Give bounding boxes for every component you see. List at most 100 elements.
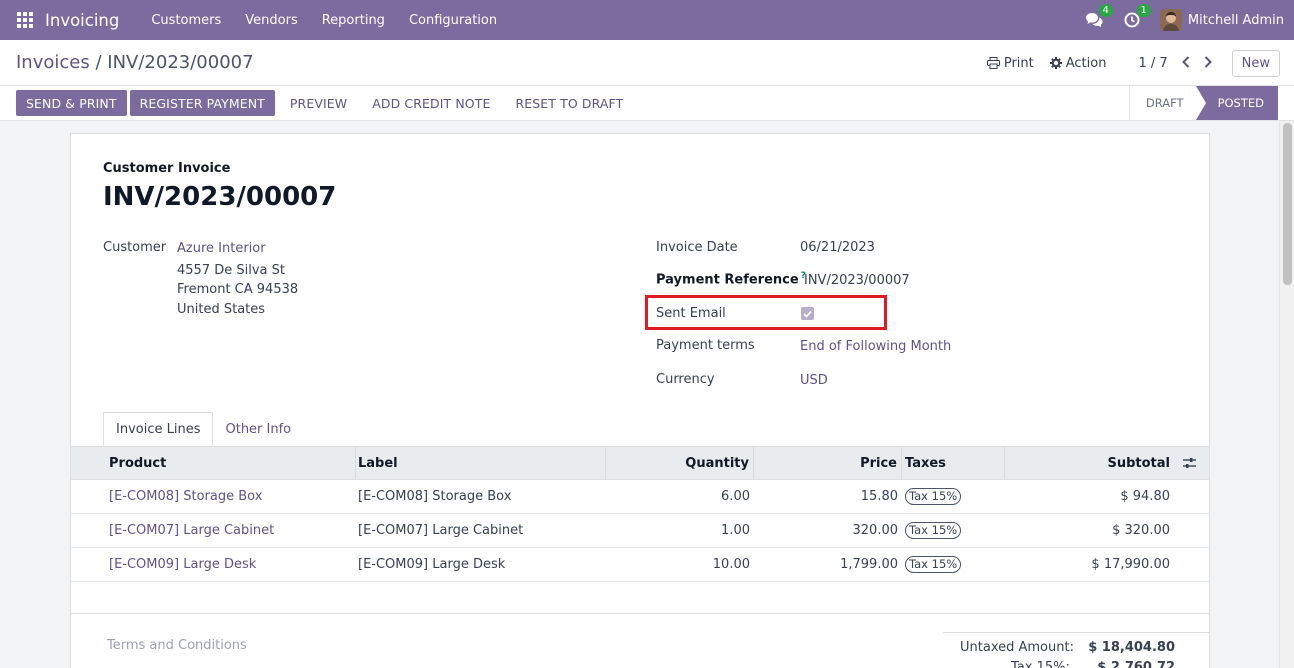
- print-icon: [986, 57, 1000, 69]
- vertical-scrollbar[interactable]: [1279, 121, 1294, 668]
- untaxed-amount-label: Untaxed Amount:: [960, 640, 1074, 655]
- row-price[interactable]: 320.00: [754, 514, 902, 547]
- pager-value[interactable]: 1 / 7: [1138, 56, 1167, 71]
- row-taxes[interactable]: Tax 15%: [902, 480, 1005, 513]
- row-spacer: [1170, 514, 1208, 547]
- breadcrumb-separator: /: [95, 52, 102, 73]
- menu-vendors[interactable]: Vendors: [237, 13, 305, 28]
- row-price[interactable]: 1,799.00: [754, 548, 902, 581]
- breadcrumb-invoices[interactable]: Invoices: [16, 52, 90, 73]
- column-taxes[interactable]: Taxes: [902, 447, 1005, 479]
- user-name[interactable]: Mitchell Admin: [1188, 13, 1284, 28]
- reset-to-draft-button[interactable]: RESET TO DRAFT: [505, 90, 633, 116]
- register-payment-button[interactable]: REGISTER PAYMENT: [129, 90, 275, 116]
- row-quantity[interactable]: 6.00: [606, 480, 754, 513]
- payment-reference-value[interactable]: INV/2023/00007: [804, 273, 910, 288]
- invoice-number-title: INV/2023/00007: [103, 182, 337, 212]
- sent-email-highlight-box: [645, 295, 887, 330]
- stage-posted[interactable]: POSTED: [1195, 86, 1278, 120]
- customer-label: Customer: [103, 240, 167, 255]
- row-subtotal: $ 94.80: [1120, 489, 1170, 504]
- customer-address-line2: Fremont CA 94538: [177, 282, 299, 297]
- payment-terms-label: Payment terms: [656, 338, 755, 353]
- gear-icon: [1049, 57, 1062, 69]
- menu-customers[interactable]: Customers: [143, 13, 229, 28]
- pager-previous-icon[interactable]: [1178, 54, 1194, 72]
- status-bar: SEND & PRINT REGISTER PAYMENT PREVIEW AD…: [0, 86, 1294, 121]
- table-empty-row[interactable]: [71, 582, 1209, 614]
- invoice-date-value[interactable]: 06/21/2023: [800, 240, 875, 255]
- currency-label: Currency: [656, 372, 715, 387]
- row-product[interactable]: [E-COM09] Large Desk: [71, 548, 356, 581]
- send-print-button[interactable]: SEND & PRINT: [16, 90, 127, 116]
- customer-link[interactable]: Azure Interior: [177, 241, 266, 256]
- action-label: Action: [1065, 55, 1107, 71]
- invoice-date-label: Invoice Date: [656, 240, 738, 255]
- messages-icon[interactable]: 4: [1084, 4, 1113, 30]
- column-subtotal[interactable]: Subtotal: [1005, 447, 1170, 479]
- terms-and-conditions-input[interactable]: Terms and Conditions: [107, 638, 247, 653]
- stage-indicator: DRAFT POSTED: [1128, 86, 1278, 120]
- table-row[interactable]: [E-COM07] Large Cabinet [E-COM07] Large …: [71, 514, 1209, 548]
- payment-terms-value[interactable]: End of Following Month: [800, 339, 951, 354]
- untaxed-amount-value: $ 18,404.80: [1088, 640, 1175, 655]
- tax-badge: Tax 15%: [905, 488, 962, 505]
- table-row[interactable]: [E-COM09] Large Desk [E-COM09] Large Des…: [71, 548, 1209, 582]
- row-product[interactable]: [E-COM07] Large Cabinet: [71, 514, 356, 547]
- payment-reference-label-text: Payment Reference: [656, 272, 799, 288]
- row-taxes[interactable]: Tax 15%: [902, 548, 1005, 581]
- table-header: Product Label Quantity Price Taxes Subto…: [71, 446, 1209, 480]
- top-navbar: Invoicing Customers Vendors Reporting Co…: [0, 0, 1294, 40]
- new-button[interactable]: New: [1231, 49, 1280, 77]
- column-quantity[interactable]: Quantity: [606, 447, 754, 479]
- row-price[interactable]: 15.80: [754, 480, 902, 513]
- stage-draft[interactable]: DRAFT: [1128, 86, 1196, 120]
- invoice-form-sheet: Customer Invoice INV/2023/00007 Customer…: [70, 133, 1210, 668]
- preview-button[interactable]: PREVIEW: [280, 90, 357, 116]
- column-product[interactable]: Product: [71, 447, 356, 479]
- tax-badge: Tax 15%: [905, 522, 962, 539]
- tax-amount-value: $ 2,760.72: [1097, 660, 1175, 668]
- notebook-tabs: Invoice Lines Other Info: [103, 412, 303, 446]
- scrollbar-thumb[interactable]: [1283, 123, 1292, 285]
- row-label[interactable]: [E-COM09] Large Desk: [356, 548, 606, 581]
- activities-count-badge: 1: [1136, 4, 1151, 17]
- row-subtotal: $ 320.00: [1112, 523, 1170, 538]
- user-avatar[interactable]: [1159, 9, 1182, 31]
- optional-columns-icon[interactable]: [1170, 447, 1208, 479]
- customer-address-line1: 4557 De Silva St: [177, 263, 285, 278]
- action-button[interactable]: Action: [1049, 55, 1107, 71]
- document-type: Customer Invoice: [103, 161, 231, 176]
- row-spacer: [1170, 480, 1208, 513]
- row-quantity[interactable]: 10.00: [606, 548, 754, 581]
- tab-invoice-lines[interactable]: Invoice Lines: [103, 412, 214, 446]
- row-taxes[interactable]: Tax 15%: [902, 514, 1005, 547]
- row-subtotal: $ 17,990.00: [1091, 557, 1170, 572]
- pager-next-icon[interactable]: [1200, 54, 1216, 72]
- tax-badge: Tax 15%: [905, 556, 962, 573]
- apps-menu-icon[interactable]: [17, 12, 33, 28]
- menu-configuration[interactable]: Configuration: [401, 13, 505, 28]
- column-price[interactable]: Price: [754, 447, 902, 479]
- tax-amount-label: Tax 15%:: [1011, 660, 1070, 668]
- payment-reference-label: Payment Reference?: [656, 271, 806, 287]
- table-row[interactable]: [E-COM08] Storage Box [E-COM08] Storage …: [71, 480, 1209, 514]
- add-credit-note-button[interactable]: ADD CREDIT NOTE: [362, 90, 500, 116]
- row-label[interactable]: [E-COM08] Storage Box: [356, 480, 606, 513]
- print-button[interactable]: Print: [986, 56, 1034, 71]
- control-panel: Invoices / INV/2023/00007 Print Action 1…: [0, 40, 1294, 86]
- row-label[interactable]: [E-COM07] Large Cabinet: [356, 514, 606, 547]
- row-quantity[interactable]: 1.00: [606, 514, 754, 547]
- column-label[interactable]: Label: [356, 447, 606, 479]
- row-spacer: [1170, 548, 1208, 581]
- customer-address-line3: United States: [177, 302, 266, 317]
- menu-reporting[interactable]: Reporting: [314, 13, 393, 28]
- app-name[interactable]: Invoicing: [45, 11, 119, 30]
- row-product[interactable]: [E-COM08] Storage Box: [71, 480, 356, 513]
- messages-count-badge: 4: [1098, 4, 1113, 17]
- totals-divider: [943, 632, 1209, 633]
- systray: 4 1 Mitchell Admin: [1084, 0, 1294, 40]
- activities-clock-icon[interactable]: 1: [1122, 4, 1151, 30]
- tab-other-info[interactable]: Other Info: [213, 412, 303, 446]
- currency-value[interactable]: USD: [800, 373, 828, 388]
